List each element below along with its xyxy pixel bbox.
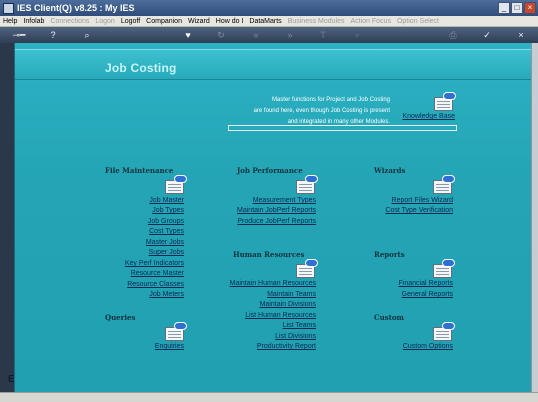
divider-box: [228, 125, 457, 131]
knowledge-base-book-icon[interactable]: [434, 92, 456, 112]
section-title-wizards: Wizards: [374, 166, 406, 175]
print-icon[interactable]: ⎙: [448, 30, 458, 40]
link-maintain-jobperf-reports[interactable]: Maintain JobPerf Reports: [237, 207, 316, 214]
queries-book-icon[interactable]: [165, 322, 187, 342]
menu-how-do-i[interactable]: How do I: [216, 18, 244, 25]
minimize-button[interactable]: _: [498, 2, 510, 14]
custom-book-icon[interactable]: [433, 322, 455, 342]
link-enquiries[interactable]: Enquiries: [155, 343, 184, 350]
link-key-perf-indicators[interactable]: Key Perf Indicators: [125, 260, 184, 267]
link-financial-reports[interactable]: Financial Reports: [399, 280, 453, 287]
link-maintain-divisions[interactable]: Maintain Divisions: [260, 301, 316, 308]
stop-icon[interactable]: ▫: [352, 30, 362, 40]
reports-book-icon[interactable]: [433, 259, 455, 279]
menu-help[interactable]: Help: [3, 18, 17, 25]
link-general-reports[interactable]: General Reports: [402, 291, 453, 298]
key-icon[interactable]: ⊸━: [8, 30, 30, 40]
search-icon[interactable]: ⌕: [82, 30, 92, 40]
menu-logoff[interactable]: Logoff: [121, 18, 140, 25]
menu-option-select[interactable]: Option Select: [397, 18, 439, 25]
menu-companion[interactable]: Companion: [146, 18, 182, 25]
section-title-queries: Queries: [105, 313, 136, 322]
section-title-human-resources: Human Resources: [233, 250, 305, 259]
link-produce-jobperf-reports[interactable]: Produce JobPerf Reports: [237, 218, 316, 225]
window-titlebar: IES Client(Q) v8.25 : My IES _ □ ×: [0, 0, 538, 16]
link-job-types[interactable]: Job Types: [152, 207, 184, 214]
section-title-custom: Custom: [374, 313, 404, 322]
intro-line: are found here, even though Job Costing …: [253, 108, 390, 114]
close-icon[interactable]: ×: [516, 30, 526, 40]
status-bar: [0, 392, 538, 402]
menu-infolab[interactable]: Infolab: [23, 18, 44, 25]
section-title-job-performance: Job Performance: [237, 166, 303, 175]
link-master-jobs[interactable]: Master Jobs: [146, 239, 184, 246]
last-icon[interactable]: ⊤: [318, 30, 328, 40]
left-panel: [0, 43, 14, 392]
refresh-icon[interactable]: ↻: [216, 30, 226, 40]
link-maintain-human-resources[interactable]: Maintain Human Resources: [230, 280, 316, 287]
link-cost-type-verification[interactable]: Cost Type Verification: [385, 207, 453, 214]
link-measurement-types[interactable]: Measurement Types: [253, 197, 316, 204]
ok-icon[interactable]: ✓: [482, 30, 492, 40]
link-report-files-wizard[interactable]: Report Files Wizard: [392, 197, 453, 204]
link-resource-classes[interactable]: Resource Classes: [127, 281, 184, 288]
link-job-master[interactable]: Job Master: [149, 197, 184, 204]
link-list-teams[interactable]: List Teams: [283, 322, 316, 329]
vertical-scrollbar[interactable]: [531, 43, 538, 392]
section-title-reports: Reports: [374, 250, 405, 259]
intro-text: Master functions for Project and Job Cos…: [230, 95, 390, 128]
menu-wizard[interactable]: Wizard: [188, 18, 210, 25]
window-title: IES Client(Q) v8.25 : My IES: [17, 3, 135, 13]
menu-action-focus[interactable]: Action Focus: [351, 18, 391, 25]
intro-line: Master functions for Project and Job Cos…: [271, 97, 390, 103]
link-job-groups[interactable]: Job Groups: [148, 218, 184, 225]
heart-icon[interactable]: ♥: [183, 30, 193, 40]
section-title-file-maintenance: File Maintenance: [105, 166, 174, 175]
link-super-jobs[interactable]: Super Jobs: [149, 249, 184, 256]
human-resources-book-icon[interactable]: [296, 259, 318, 279]
menu-business-modules[interactable]: Business Modules: [288, 18, 345, 25]
page-title: Job Costing: [105, 61, 177, 75]
fast-forward-icon[interactable]: »: [284, 30, 296, 40]
window-controls: _ □ ×: [498, 2, 536, 14]
help-icon[interactable]: ?: [48, 30, 58, 40]
link-custom-options[interactable]: Custom Options: [403, 343, 453, 350]
main-content: Job Costing Master functions for Project…: [14, 43, 532, 392]
wizards-book-icon[interactable]: [433, 175, 455, 195]
file-maintenance-book-icon[interactable]: [165, 175, 187, 195]
close-window-button[interactable]: ×: [524, 2, 536, 14]
knowledge-base-link[interactable]: Knowledge Base: [395, 113, 455, 120]
menu-connections[interactable]: Connections: [50, 18, 89, 25]
rewind-icon[interactable]: «: [250, 30, 262, 40]
link-list-divisions[interactable]: List Divisions: [275, 333, 316, 340]
app-icon: [3, 2, 14, 14]
link-maintain-teams[interactable]: Maintain Teams: [267, 291, 316, 298]
toolbar: ⊸━ ? ⌕ ♥ ↻ « » ⊤ ▫ ⎙ ✓ ×: [0, 27, 538, 43]
job-performance-book-icon[interactable]: [296, 175, 318, 195]
link-list-human-resources[interactable]: List Human Resources: [245, 312, 316, 319]
link-productivity-report[interactable]: Productivity Report: [257, 343, 316, 350]
menu-datamarts[interactable]: DataMarts: [249, 18, 281, 25]
menu-bar: Help Infolab Connections Logon Logoff Co…: [0, 16, 538, 27]
header-band: [15, 49, 532, 80]
link-cost-types[interactable]: Cost Types: [149, 228, 184, 235]
link-resource-master[interactable]: Resource Master: [131, 270, 184, 277]
maximize-button[interactable]: □: [511, 2, 523, 14]
menu-logon[interactable]: Logon: [95, 18, 114, 25]
link-job-meters[interactable]: Job Meters: [149, 291, 184, 298]
